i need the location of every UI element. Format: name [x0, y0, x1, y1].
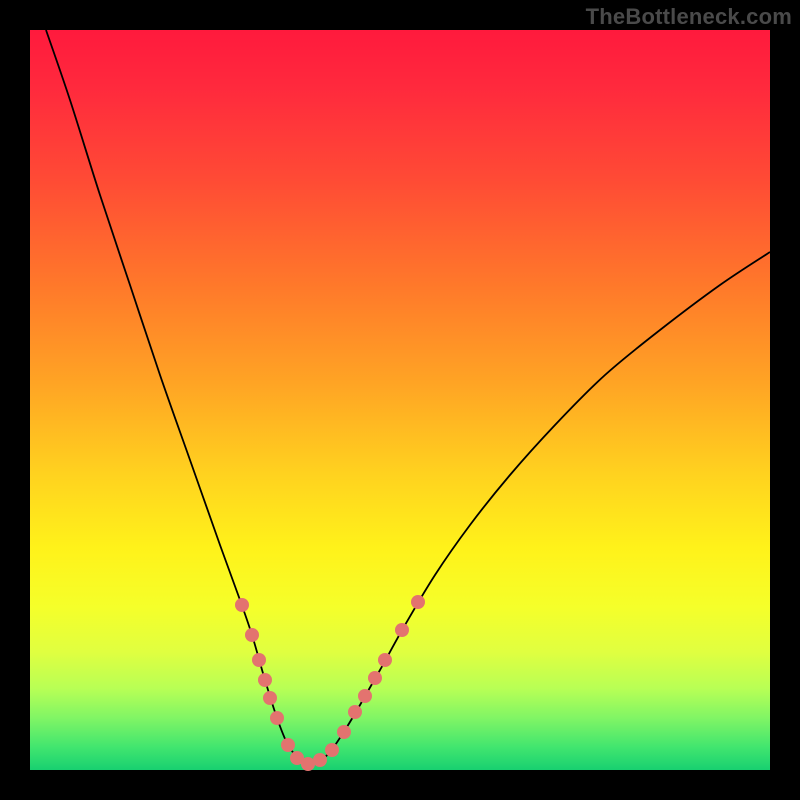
marker-dot [252, 653, 266, 667]
marker-dot [348, 705, 362, 719]
marker-pill-group [245, 612, 408, 722]
v-curve-path [46, 30, 770, 764]
marker-dot [258, 673, 272, 687]
plot-area [30, 30, 770, 770]
marker-dot [245, 628, 259, 642]
marker-dot [368, 671, 382, 685]
marker-dot [325, 743, 339, 757]
marker-dot [263, 691, 277, 705]
marker-dot [395, 623, 409, 637]
marker-dot [337, 725, 351, 739]
marker-dot [301, 757, 315, 771]
marker-dot [411, 595, 425, 609]
watermark-label: TheBottleneck.com [586, 4, 792, 30]
bottleneck-curve [30, 30, 770, 770]
marker-dot [235, 598, 249, 612]
marker-dot-group [235, 595, 425, 771]
marker-dot [281, 738, 295, 752]
marker-dot [358, 689, 372, 703]
chart-frame: TheBottleneck.com [0, 0, 800, 800]
marker-dot [313, 753, 327, 767]
marker-dot [378, 653, 392, 667]
marker-dot [270, 711, 284, 725]
